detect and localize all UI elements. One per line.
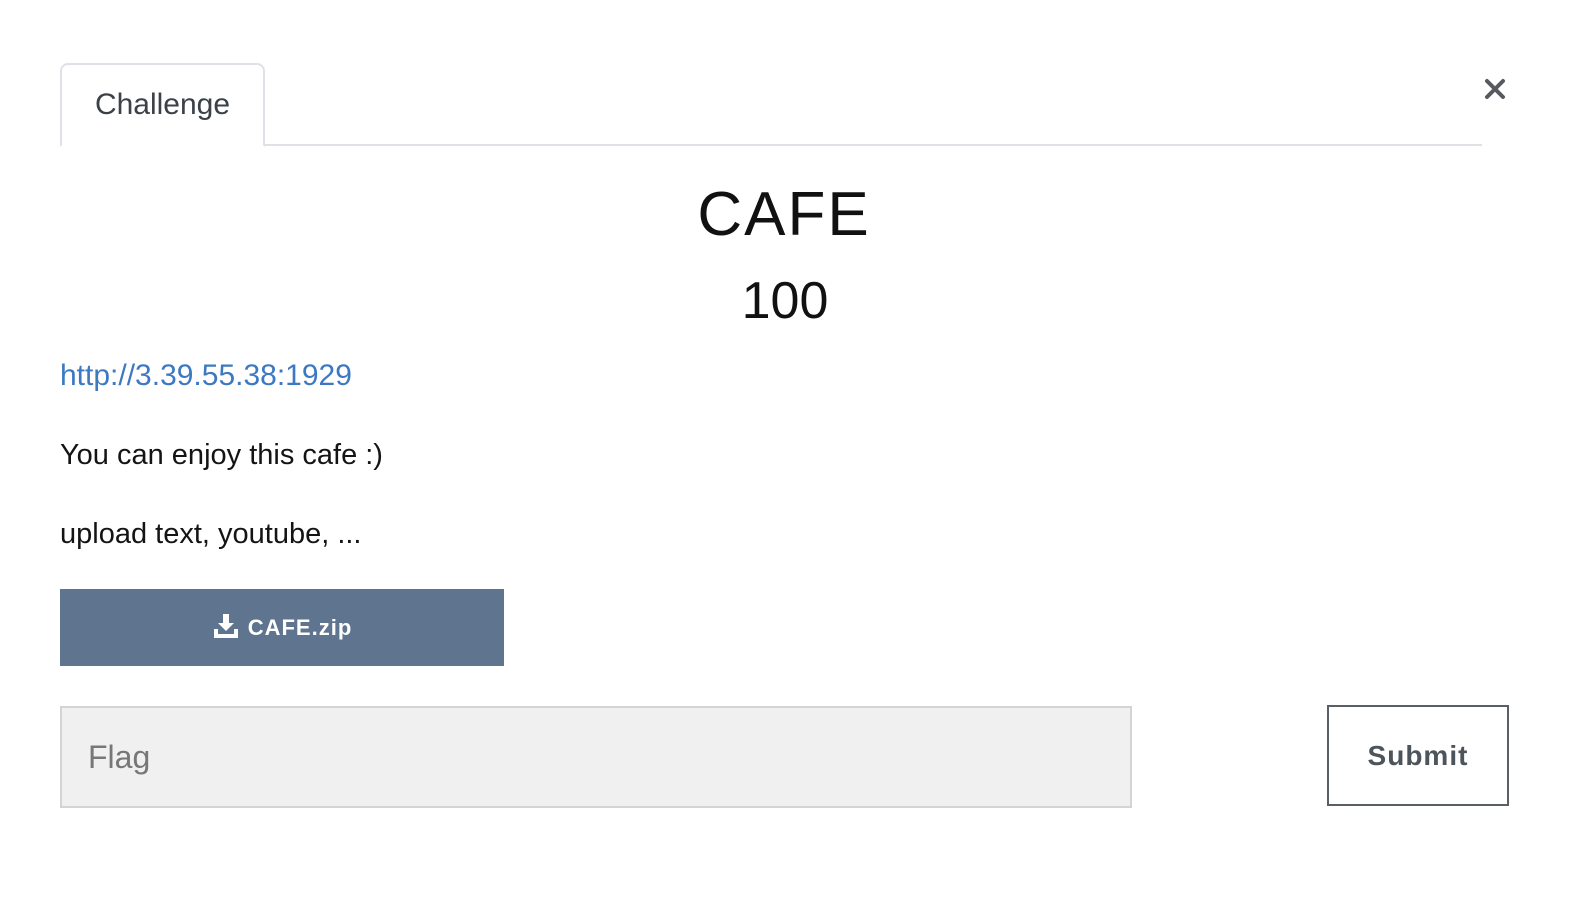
challenge-name: CAFE <box>697 180 871 249</box>
challenge-value: 100 <box>741 272 829 330</box>
description-line: upload text, youtube, ... <box>60 518 362 550</box>
tab-challenge[interactable]: Challenge <box>60 63 265 147</box>
close-button[interactable] <box>1474 68 1516 110</box>
flag-input[interactable] <box>60 706 1132 808</box>
close-icon <box>1485 79 1505 99</box>
download-file-label: CAFE.zip <box>247 614 353 640</box>
download-file-button[interactable]: CAFE.zip <box>60 589 504 666</box>
challenge-link[interactable]: http://3.39.55.38:1929 <box>60 356 352 396</box>
submit-button[interactable]: Submit <box>1327 705 1509 806</box>
tab-bar: Challenge <box>60 63 1482 147</box>
download-icon <box>212 612 240 640</box>
tab-challenge-label: Challenge <box>94 88 231 121</box>
description-line: You can enjoy this cafe :) <box>60 439 383 471</box>
challenge-modal: Challenge CAFE 100 http://3.39.55.38:192… <box>0 0 1588 910</box>
